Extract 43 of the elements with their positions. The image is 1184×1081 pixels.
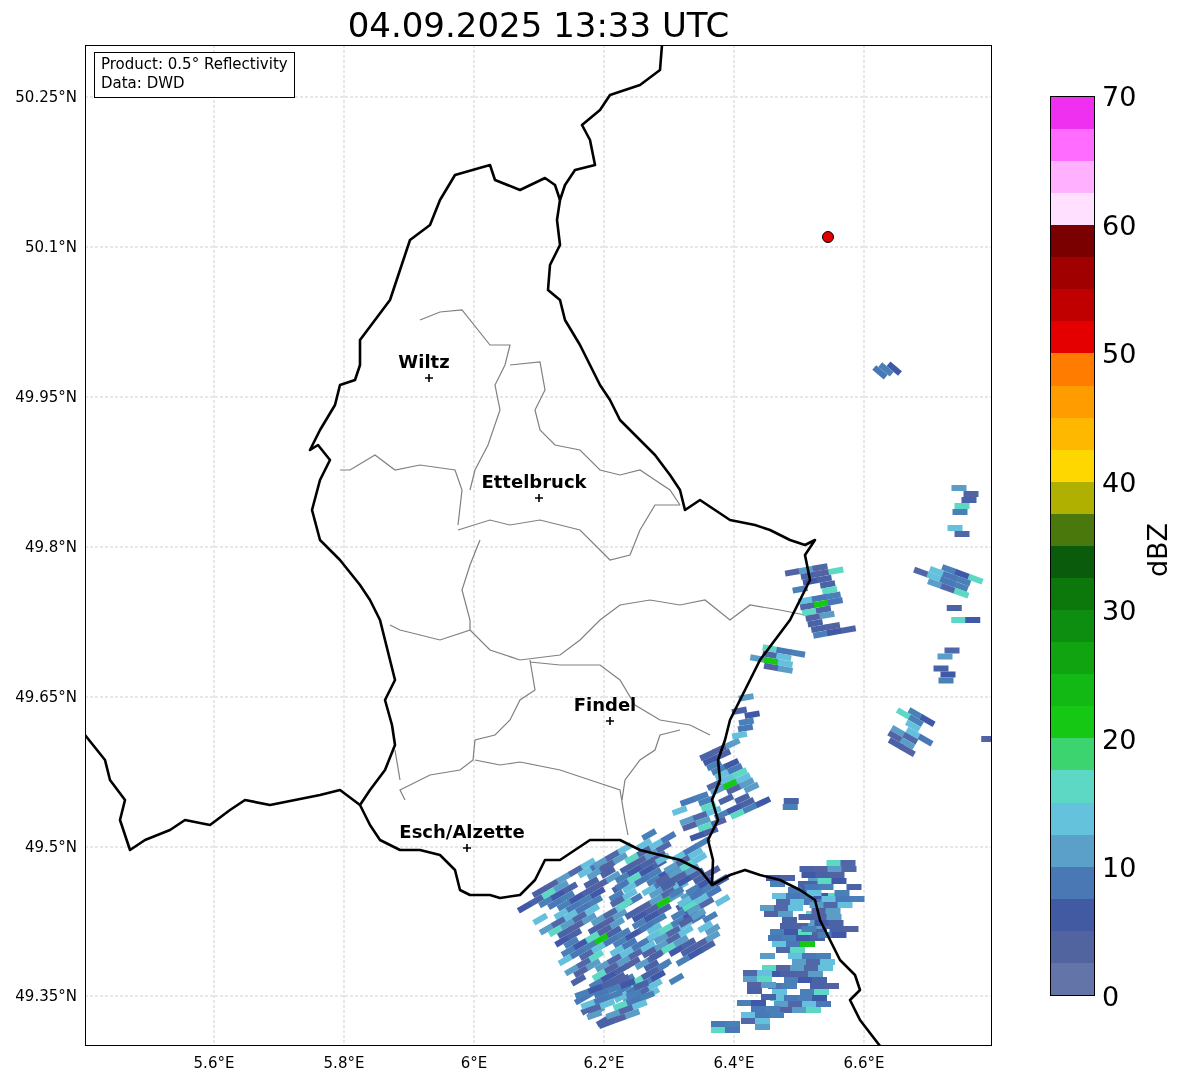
radar-echo — [913, 564, 984, 599]
city-label: Esch/Alzette — [399, 821, 525, 842]
scale-tick-label: 70 — [1102, 80, 1137, 112]
latitude-label: 49.5°N — [24, 838, 77, 856]
radar-echo — [951, 485, 979, 515]
city-marker-icon — [605, 716, 615, 726]
city-label: Wiltz — [398, 351, 450, 372]
radar-echo — [872, 361, 902, 380]
city-marker-icon — [534, 493, 544, 503]
scale-tick-label: 50 — [1102, 337, 1137, 369]
longitude-label: 6°E — [460, 1054, 488, 1072]
info-text: Data: DWD — [101, 74, 186, 93]
latitude-label: 49.65°N — [15, 688, 77, 706]
scale-tick-label: 60 — [1102, 209, 1137, 241]
longitude-label: 5.8°E — [323, 1054, 365, 1072]
scale-unit-label: dBZ — [1141, 522, 1173, 578]
latitude-label: 50.1°N — [24, 238, 77, 256]
city-marker-icon — [462, 843, 472, 853]
info-text: Product: 0.5° Reflectivity — [101, 55, 288, 74]
city-label: Findel — [573, 694, 637, 715]
map-title: 04.09.2025 13:33 UTC — [346, 5, 731, 45]
scale-tick-label: 30 — [1102, 594, 1137, 626]
radar-echo — [981, 736, 991, 742]
latitude-label: 49.35°N — [15, 987, 77, 1005]
radar-echo — [946, 605, 981, 623]
radar-echo — [947, 525, 970, 537]
radar-echo — [933, 647, 960, 684]
longitude-label: 6.6°E — [843, 1054, 885, 1072]
longitude-label: 6.4°E — [713, 1054, 755, 1072]
latitude-label: 50.25°N — [15, 88, 77, 106]
scale-tick-label: 20 — [1102, 723, 1137, 755]
scale-tick-label: 40 — [1102, 466, 1137, 498]
city-label: Ettelbruck — [481, 471, 587, 492]
radar-echo — [887, 707, 936, 758]
radar-echo — [749, 644, 806, 674]
latitude-label: 49.8°N — [24, 538, 77, 556]
scale-tick-label: 0 — [1102, 980, 1120, 1012]
longitude-label: 6.2°E — [583, 1054, 625, 1072]
radar-echo — [782, 798, 799, 810]
scale-tick-label: 10 — [1102, 851, 1137, 883]
longitude-label: 5.6°E — [193, 1054, 235, 1072]
city-marker-icon — [424, 373, 434, 383]
latitude-label: 49.95°N — [15, 388, 77, 406]
